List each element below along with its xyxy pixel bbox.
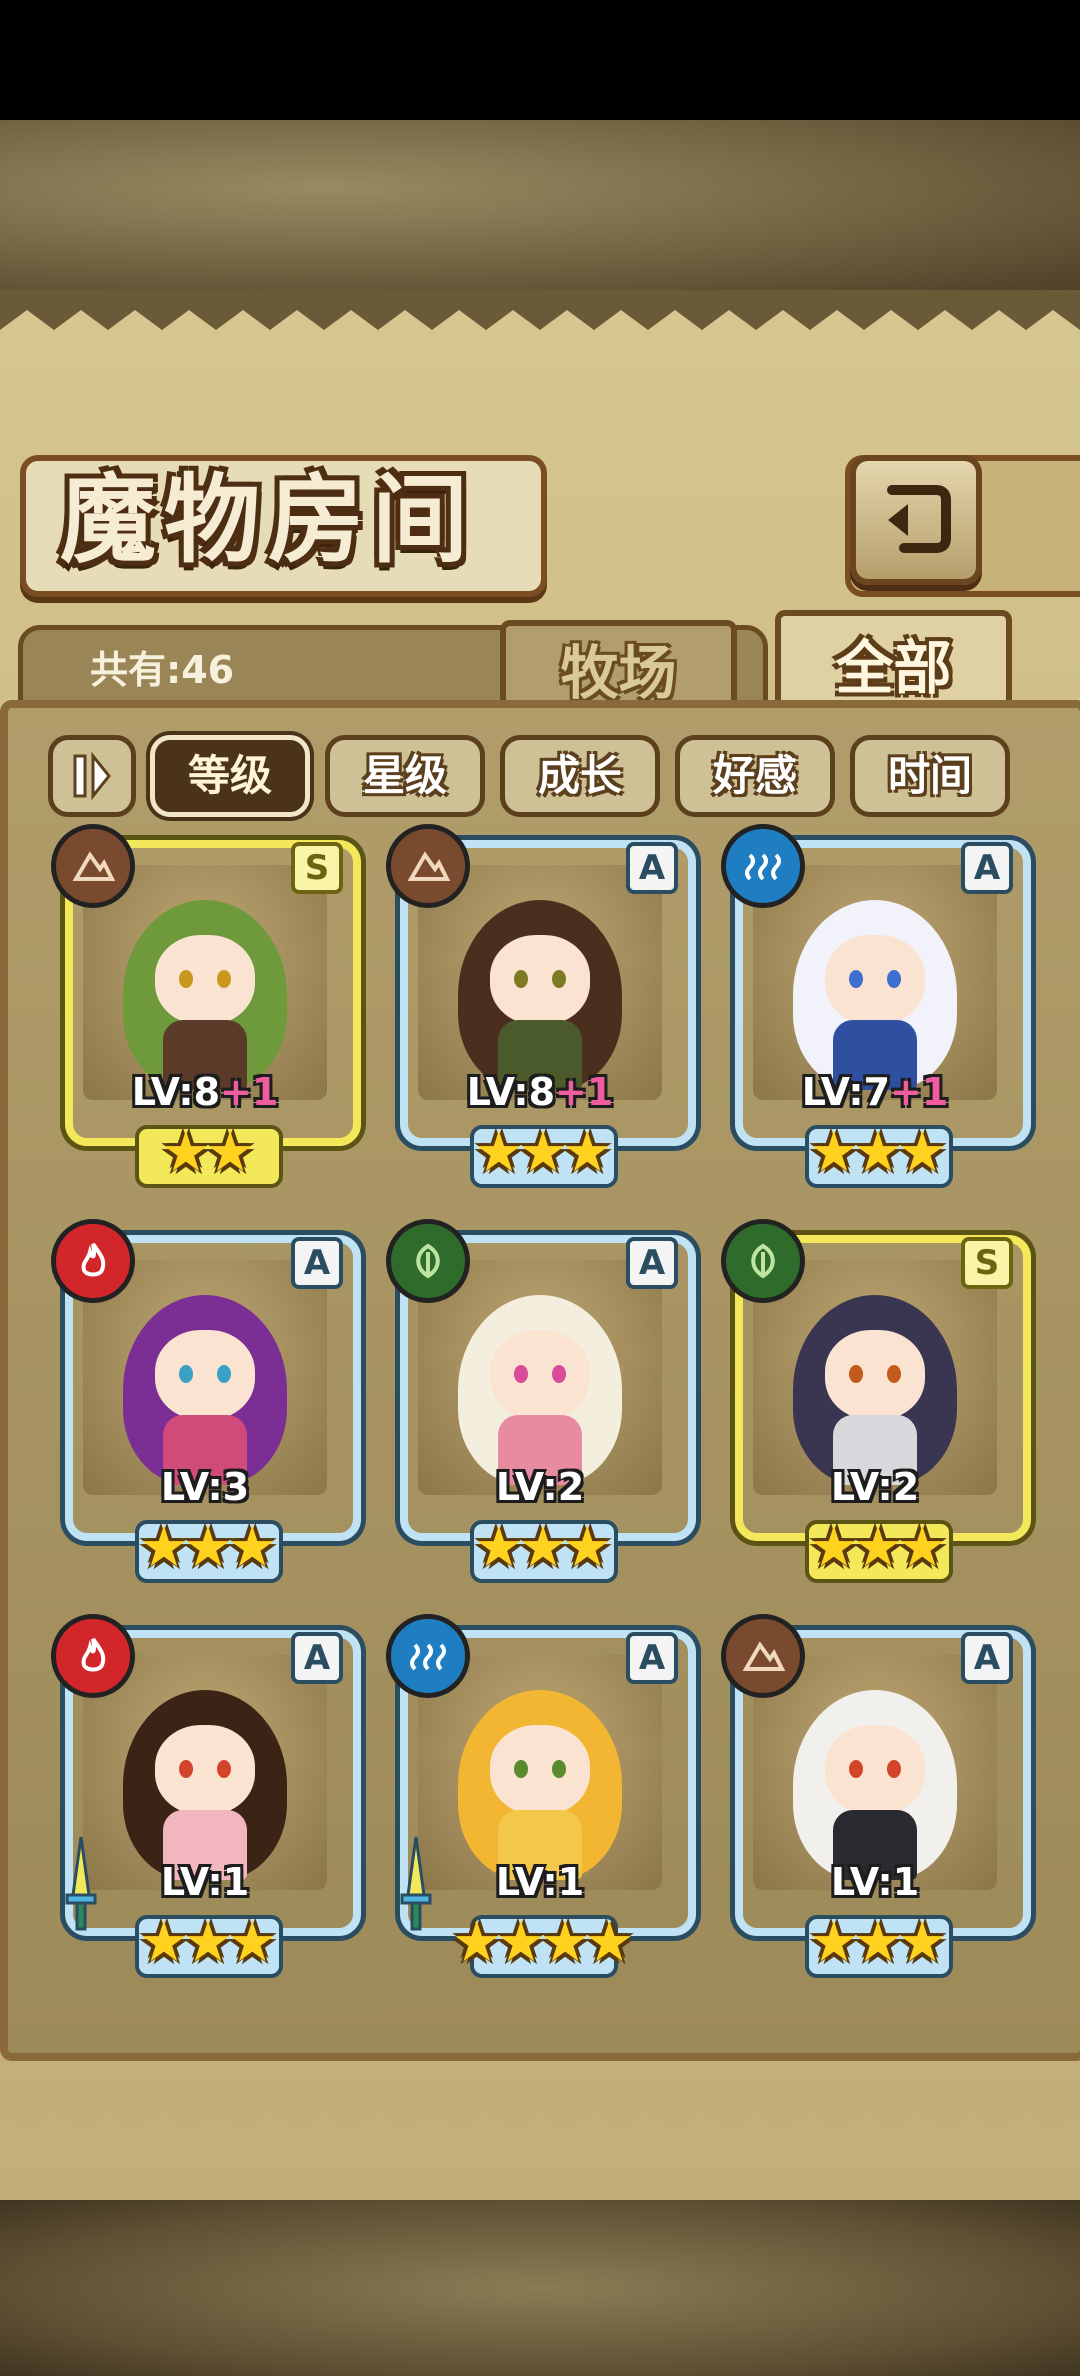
- monster-card[interactable]: A LV:7+1 ★★★: [721, 824, 1031, 1188]
- sort-order-icon: [73, 751, 111, 801]
- level-value: LV:1: [830, 1860, 920, 1904]
- monster-card[interactable]: S LV:8+1 ★★: [51, 824, 361, 1188]
- monster-level: LV:2: [390, 1465, 690, 1509]
- monster-portrait: [418, 865, 662, 1100]
- monster-portrait: [753, 865, 997, 1100]
- wood-element-icon: [386, 1219, 470, 1303]
- wood-element-icon: [721, 1219, 805, 1303]
- level-value: LV:1: [160, 1860, 250, 1904]
- monster-level: LV:1: [55, 1860, 355, 1904]
- rank-badge: S: [961, 1237, 1013, 1289]
- monster-level: LV:2: [725, 1465, 1025, 1509]
- monster-level: LV:8+1: [390, 1070, 690, 1114]
- earth-element-icon: [721, 1614, 805, 1698]
- monster-portrait: [83, 1260, 327, 1495]
- rank-badge: A: [626, 1237, 678, 1289]
- monster-card[interactable]: A LV:8+1 ★★★: [386, 824, 696, 1188]
- panel-bottom-zigzag: [0, 2075, 1080, 2135]
- sort-growth-button[interactable]: 成长: [500, 735, 660, 817]
- star-rating: ★★★: [138, 1515, 278, 1580]
- water-element-icon: [386, 1614, 470, 1698]
- star-rating: ★★★: [808, 1515, 948, 1580]
- level-value: LV:8: [466, 1070, 556, 1114]
- earth-element-icon: [51, 824, 135, 908]
- panel-top-zigzag: [0, 290, 1080, 330]
- page-title: 魔物房间: [60, 464, 476, 576]
- return-arrow-icon: [887, 485, 951, 553]
- monster-portrait: [753, 1655, 997, 1890]
- fire-element-icon: [51, 1219, 135, 1303]
- rank-badge: A: [961, 1632, 1013, 1684]
- monster-portrait: [83, 865, 327, 1100]
- monster-card[interactable]: A LV:3 ★★★: [51, 1219, 361, 1583]
- monster-level: LV:1: [390, 1860, 690, 1904]
- level-value: LV:3: [160, 1465, 250, 1509]
- sort-order-toggle[interactable]: [48, 735, 136, 817]
- monster-portrait: [418, 1260, 662, 1495]
- star-rating: ★★★★: [451, 1910, 635, 1975]
- rank-badge: A: [291, 1632, 343, 1684]
- level-value: LV:2: [830, 1465, 920, 1509]
- rank-badge: S: [291, 842, 343, 894]
- monster-card[interactable]: A LV:1 ★★★: [51, 1614, 361, 1978]
- monster-portrait: [418, 1655, 662, 1890]
- sort-level-button[interactable]: 等级: [150, 735, 310, 817]
- sort-affection-button[interactable]: 好感: [675, 735, 835, 817]
- monster-card[interactable]: A LV:1 ★★★: [721, 1614, 1031, 1978]
- rank-badge: A: [626, 1632, 678, 1684]
- star-rating: ★★: [160, 1120, 255, 1185]
- fire-element-icon: [51, 1614, 135, 1698]
- rank-badge: A: [291, 1237, 343, 1289]
- level-bonus: +1: [220, 1070, 279, 1114]
- level-bonus: +1: [890, 1070, 949, 1114]
- sort-time-button[interactable]: 时间: [850, 735, 1010, 817]
- sword-icon: [63, 1835, 99, 1935]
- star-rating: ★★★: [808, 1910, 948, 1975]
- star-rating: ★★★: [138, 1910, 278, 1975]
- rank-badge: A: [626, 842, 678, 894]
- monster-card[interactable]: S LV:2 ★★★: [721, 1219, 1031, 1583]
- map-background-bottom: [0, 2200, 1080, 2376]
- level-bonus: +1: [555, 1070, 614, 1114]
- level-value: LV:2: [495, 1465, 585, 1509]
- star-rating: ★★★: [473, 1515, 613, 1580]
- star-rating: ★★★: [473, 1120, 613, 1185]
- level-value: LV:8: [131, 1070, 221, 1114]
- monster-level: LV:8+1: [55, 1070, 355, 1114]
- level-value: LV:1: [495, 1860, 585, 1904]
- monster-level: LV:3: [55, 1465, 355, 1509]
- monster-count: 共有:46: [90, 648, 235, 692]
- sword-icon: [398, 1835, 434, 1935]
- monster-card[interactable]: A LV:1 ★★★★: [386, 1614, 696, 1978]
- monster-level: LV:7+1: [725, 1070, 1025, 1114]
- monster-card[interactable]: A LV:2 ★★★: [386, 1219, 696, 1583]
- water-element-icon: [721, 824, 805, 908]
- sort-star-button[interactable]: 星级: [325, 735, 485, 817]
- monster-portrait: [83, 1655, 327, 1890]
- status-bar-area: [0, 0, 1080, 120]
- back-button[interactable]: [850, 455, 982, 585]
- rank-badge: A: [961, 842, 1013, 894]
- star-rating: ★★★: [808, 1120, 948, 1185]
- earth-element-icon: [386, 824, 470, 908]
- level-value: LV:7: [801, 1070, 891, 1114]
- map-background-top: [0, 120, 1080, 290]
- monster-level: LV:1: [725, 1860, 1025, 1904]
- monster-portrait: [753, 1260, 997, 1495]
